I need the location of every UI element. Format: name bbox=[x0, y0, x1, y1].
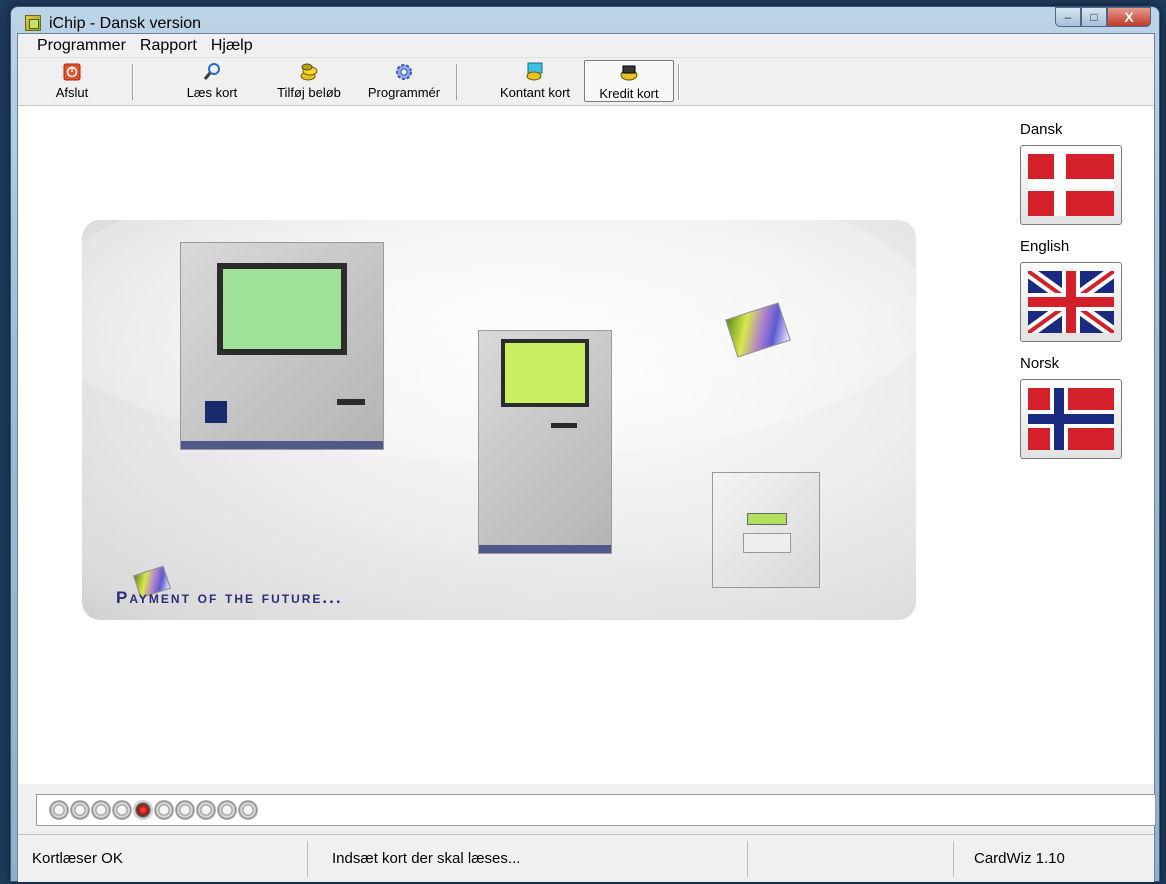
cash-card-label: Kontant kort bbox=[499, 85, 571, 100]
menu-programmer[interactable]: Programmer bbox=[30, 34, 133, 58]
panel-display bbox=[747, 513, 787, 525]
menu-hjaelp[interactable]: Hjælp bbox=[204, 34, 260, 58]
progress-area bbox=[18, 784, 1156, 834]
credit-card-icon bbox=[619, 63, 639, 83]
panel-keys bbox=[743, 533, 791, 553]
title-bar[interactable]: iChip - Dansk version – □ X bbox=[11, 7, 1159, 33]
progress-dot bbox=[49, 800, 69, 820]
norwegian-language-button[interactable] bbox=[1020, 379, 1122, 459]
status-bar: Kortlæser OK Indsæt kort der skal læses.… bbox=[18, 834, 1154, 882]
read-card-button[interactable]: Læs kort bbox=[172, 60, 252, 102]
card-slot bbox=[205, 401, 227, 423]
menu-rapport[interactable]: Rapport bbox=[133, 34, 204, 58]
uk-flag-icon bbox=[1028, 271, 1114, 333]
product-banner-image bbox=[82, 220, 916, 620]
toolbar: Afslut Læs kort Tilføj beløb Programmér bbox=[18, 58, 1154, 106]
toolbar-separator bbox=[456, 64, 458, 100]
maximize-button[interactable]: □ bbox=[1081, 7, 1107, 27]
progress-dots bbox=[49, 800, 258, 820]
gear-icon bbox=[394, 62, 414, 82]
device-stripe bbox=[181, 441, 383, 449]
status-version: CardWiz 1.10 bbox=[974, 850, 1065, 867]
panel-terminal-image bbox=[712, 472, 820, 588]
no-flag-icon bbox=[1028, 388, 1114, 450]
app-window: iChip - Dansk version – □ X Programmer R… bbox=[10, 6, 1160, 882]
progress-dot bbox=[112, 800, 132, 820]
dk-flag-icon bbox=[1028, 154, 1114, 216]
credit-card-label: Kredit kort bbox=[599, 86, 659, 101]
device-stripe bbox=[479, 545, 611, 553]
cash-card-icon bbox=[525, 62, 545, 82]
window-controls: – □ X bbox=[1055, 7, 1151, 29]
lang-label-norsk: Norsk bbox=[1020, 355, 1060, 372]
credit-card-button[interactable]: Kredit kort bbox=[584, 60, 674, 102]
main-content: Payment of the future... Dansk English N… bbox=[18, 107, 1154, 743]
add-amount-button[interactable]: Tilføj beløb bbox=[264, 60, 354, 102]
english-language-button[interactable] bbox=[1020, 262, 1122, 342]
program-button[interactable]: Programmér bbox=[358, 60, 450, 102]
lang-label-dansk: Dansk bbox=[1020, 121, 1063, 138]
progress-dot bbox=[154, 800, 174, 820]
exit-button[interactable]: Afslut bbox=[38, 60, 106, 102]
add-amount-label: Tilføj beløb bbox=[277, 85, 341, 100]
progress-dot bbox=[70, 800, 90, 820]
status-empty bbox=[748, 841, 954, 877]
progress-dot bbox=[91, 800, 111, 820]
danish-language-button[interactable] bbox=[1020, 145, 1122, 225]
kiosk-terminal-image bbox=[478, 330, 612, 554]
progress-dot bbox=[175, 800, 195, 820]
progress-dot bbox=[196, 800, 216, 820]
toolbar-separator bbox=[678, 64, 680, 100]
close-button[interactable]: X bbox=[1107, 7, 1151, 27]
window-title: iChip - Dansk version bbox=[49, 15, 202, 32]
progress-dot bbox=[217, 800, 237, 820]
kiosk-screen bbox=[501, 339, 589, 407]
minimize-button[interactable]: – bbox=[1055, 7, 1081, 27]
card-slot bbox=[337, 399, 365, 405]
read-card-label: Læs kort bbox=[186, 85, 238, 100]
power-icon bbox=[62, 62, 82, 82]
ichip-app-icon bbox=[25, 15, 41, 31]
client-area: Programmer Rapport Hjælp Afslut Læs kort bbox=[17, 33, 1156, 882]
card-image bbox=[725, 302, 791, 358]
card-slot bbox=[551, 423, 577, 428]
exit-label: Afslut bbox=[55, 85, 89, 100]
status-reader: Kortlæser OK bbox=[22, 841, 308, 877]
coins-icon bbox=[299, 62, 319, 82]
toolbar-separator bbox=[132, 64, 134, 100]
banner-slogan: Payment of the future... bbox=[116, 588, 343, 607]
status-message: Indsæt kort der skal læses... bbox=[308, 841, 748, 877]
progress-dot-active bbox=[133, 800, 153, 820]
wall-terminal-image bbox=[180, 242, 384, 450]
progress-indicator bbox=[36, 794, 1156, 826]
magnifier-icon bbox=[202, 62, 222, 82]
cash-card-button[interactable]: Kontant kort bbox=[488, 60, 582, 102]
menu-bar: Programmer Rapport Hjælp bbox=[18, 34, 1154, 58]
program-label: Programmér bbox=[367, 85, 441, 100]
terminal-screen bbox=[217, 263, 347, 355]
progress-dot bbox=[238, 800, 258, 820]
lang-label-english: English bbox=[1020, 238, 1070, 255]
